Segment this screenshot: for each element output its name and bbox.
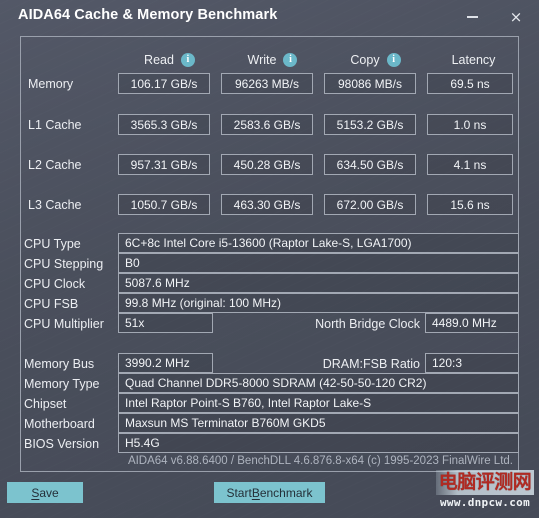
bench-cell-memory-latency: 69.5 ns xyxy=(427,73,513,94)
bench-cell-l3-read: 1050.7 GB/s xyxy=(118,194,210,215)
value-north-bridge-clock: 4489.0 MHz xyxy=(425,313,519,333)
value-cpu-type: 6C+8c Intel Core i5-13600 (Raptor Lake-S… xyxy=(118,233,519,253)
bench-cell-l3-copy: 672.00 GB/s xyxy=(324,194,416,215)
column-header-write: Write i xyxy=(221,50,324,70)
bench-cell-l1-copy: 5153.2 GB/s xyxy=(324,114,416,135)
start-label-rest: enchmark xyxy=(259,485,313,500)
save-accel-letter: S xyxy=(31,485,40,500)
value-cpu-stepping: B0 xyxy=(118,253,519,273)
bench-cell-l3-latency: 15.6 ns xyxy=(427,194,513,215)
bench-cell-l2-write: 450.28 GB/s xyxy=(221,154,313,175)
version-text: AIDA64 v6.88.6400 / BenchDLL 4.6.876.8-x… xyxy=(127,455,513,467)
value-memory-bus: 3990.2 MHz xyxy=(118,353,213,373)
bench-cell-l2-read: 957.31 GB/s xyxy=(118,154,210,175)
value-motherboard: Maxsun MS Terminator B760M GKD5 xyxy=(118,413,519,433)
bench-row-label-l2-cache: L2 Cache xyxy=(28,158,82,172)
benchmark-column-headers: Read i Write i Copy i Latency xyxy=(0,50,539,70)
label-memory-type: Memory Type xyxy=(24,377,100,391)
watermark-url: www.dnpcw.com xyxy=(440,496,530,509)
label-north-bridge-clock: North Bridge Clock xyxy=(315,317,420,331)
column-header-latency: Latency xyxy=(451,53,496,67)
value-bios-version: H5.4G xyxy=(118,433,519,453)
value-chipset: Intel Raptor Point-S B760, Intel Raptor … xyxy=(118,393,519,413)
title-bar: AIDA64 Cache & Memory Benchmark × xyxy=(0,0,539,34)
label-bios-version: BIOS Version xyxy=(24,437,100,451)
column-header-read: Read i xyxy=(118,50,221,70)
label-cpu-type: CPU Type xyxy=(24,237,81,251)
save-button[interactable]: Save xyxy=(7,482,83,503)
watermark: 电脑评测网 www.dnpcw.com xyxy=(436,470,534,514)
label-chipset: Chipset xyxy=(24,397,67,411)
minimize-icon xyxy=(466,16,478,18)
info-icon-copy[interactable]: i xyxy=(386,53,401,67)
bench-cell-l2-copy: 634.50 GB/s xyxy=(324,154,416,175)
label-cpu-fsb: CPU FSB xyxy=(24,297,79,311)
column-header-copy: Copy i xyxy=(324,50,427,70)
value-cpu-fsb: 99.8 MHz (original: 100 MHz) xyxy=(118,293,519,313)
save-label-rest: ave xyxy=(39,485,59,500)
start-accel-letter: B xyxy=(251,485,260,500)
bench-row-label-memory: Memory xyxy=(28,77,74,91)
bench-cell-memory-read: 106.17 GB/s xyxy=(118,73,210,94)
window-title: AIDA64 Cache & Memory Benchmark xyxy=(18,7,278,23)
label-cpu-clock: CPU Clock xyxy=(24,277,86,291)
value-cpu-multiplier: 51x xyxy=(118,313,213,333)
close-icon: × xyxy=(509,7,523,26)
minimize-button[interactable] xyxy=(459,4,485,30)
bench-cell-memory-write: 96263 MB/s xyxy=(221,73,313,94)
label-dram-fsb-ratio: DRAM:FSB Ratio xyxy=(322,357,420,371)
start-benchmark-button[interactable]: Start Benchmark xyxy=(214,482,325,503)
bench-cell-memory-copy: 98086 MB/s xyxy=(324,73,416,94)
bench-cell-l1-latency: 1.0 ns xyxy=(427,114,513,135)
info-icon-read[interactable]: i xyxy=(180,53,195,67)
bench-row-label-l1-cache: L1 Cache xyxy=(28,118,82,132)
bench-cell-l1-read: 3565.3 GB/s xyxy=(118,114,210,135)
info-icon-write[interactable]: i xyxy=(283,53,298,67)
label-cpu-stepping: CPU Stepping xyxy=(24,257,104,271)
label-motherboard: Motherboard xyxy=(24,417,95,431)
start-label-pre: Start xyxy=(226,485,252,500)
label-memory-bus: Memory Bus xyxy=(24,357,95,371)
value-memory-type: Quad Channel DDR5-8000 SDRAM (42-50-50-1… xyxy=(118,373,519,393)
watermark-chinese-text: 电脑评测网 xyxy=(436,470,534,495)
bench-cell-l2-latency: 4.1 ns xyxy=(427,154,513,175)
bench-cell-l3-write: 463.30 GB/s xyxy=(221,194,313,215)
bench-row-label-l3-cache: L3 Cache xyxy=(28,198,82,212)
value-dram-fsb-ratio: 120:3 xyxy=(425,353,519,373)
close-button[interactable]: × xyxy=(503,4,529,30)
bench-cell-l1-write: 2583.6 GB/s xyxy=(221,114,313,135)
label-cpu-multiplier: CPU Multiplier xyxy=(24,317,104,331)
value-cpu-clock: 5087.6 MHz xyxy=(118,273,519,293)
